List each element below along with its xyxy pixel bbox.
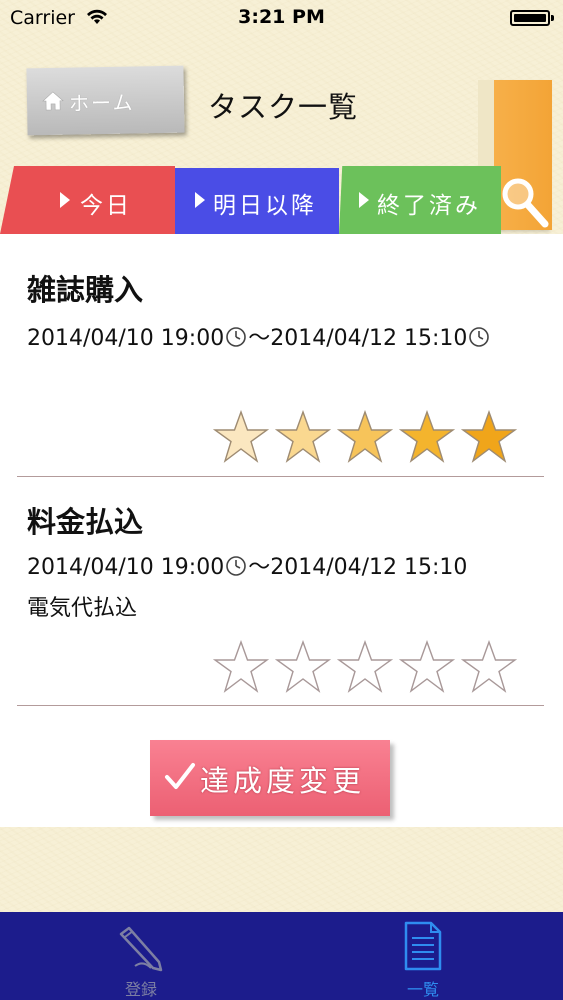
rating-stars[interactable]	[213, 640, 523, 696]
clock-icon	[226, 556, 247, 576]
rating-stars[interactable]	[213, 410, 523, 466]
home-button-label: ホーム	[68, 90, 135, 116]
date-separator: ～	[248, 555, 271, 580]
status-bar: Carrier 3:21 PM	[0, 0, 563, 36]
task-memo: 電気代払込	[27, 596, 138, 621]
star-icon[interactable]	[213, 640, 269, 694]
tab-list[interactable]: 一覧	[353, 912, 493, 1000]
play-arrow-icon	[60, 192, 70, 208]
document-icon	[404, 921, 442, 971]
tab-today-label: 今日	[80, 193, 132, 219]
task-list[interactable]: 雑誌購入 2014/04/10 19:00 ～2014/04/12 15:10 料…	[0, 234, 563, 827]
clock-icon	[469, 327, 490, 347]
row-divider	[17, 705, 544, 706]
tab-register[interactable]: 登録	[71, 912, 211, 1000]
task-date-range: 2014/04/10 19:00 ～2014/04/12 15:10	[27, 549, 467, 581]
task-end: 2014/04/12 15:10	[270, 326, 468, 351]
star-icon[interactable]	[461, 640, 517, 694]
star-icon[interactable]	[337, 640, 393, 694]
page-title: タスク一覧	[208, 90, 359, 124]
tab-completed[interactable]: 終了済み	[339, 166, 501, 234]
battery-tip	[551, 15, 554, 21]
tab-register-label: 登録	[124, 980, 157, 999]
tab-list-label: 一覧	[406, 980, 439, 999]
task-row[interactable]: 雑誌購入 2014/04/10 19:00 ～2014/04/12 15:10	[0, 234, 563, 476]
tab-bar: 登録 一覧	[0, 912, 563, 1000]
star-icon[interactable]	[275, 410, 331, 464]
star-icon[interactable]	[399, 410, 455, 464]
tab-completed-label: 終了済み	[377, 193, 481, 219]
tab-today[interactable]: 今日	[0, 166, 175, 234]
task-end: 2014/04/12 15:10	[270, 555, 468, 580]
play-arrow-icon	[195, 192, 205, 208]
play-arrow-icon	[359, 192, 369, 208]
change-achievement-label: 達成度変更	[200, 764, 366, 798]
task-title: 料金払込	[27, 505, 144, 539]
star-icon[interactable]	[461, 410, 517, 464]
battery-icon	[510, 10, 550, 26]
change-achievement-button[interactable]: 達成度変更	[150, 740, 390, 816]
task-date-range: 2014/04/10 19:00 ～2014/04/12 15:10	[27, 320, 491, 352]
search-icon[interactable]	[498, 172, 552, 232]
task-start: 2014/04/10 19:00	[27, 326, 225, 351]
date-separator: ～	[248, 326, 271, 351]
task-title: 雑誌購入	[27, 273, 144, 307]
task-row[interactable]: 料金払込 2014/04/10 19:00 ～2014/04/12 15:10 電…	[0, 477, 563, 705]
pen-icon	[119, 926, 163, 972]
home-button[interactable]: ホーム	[26, 65, 185, 136]
clock-icon	[226, 327, 247, 347]
check-icon	[165, 763, 195, 789]
star-icon[interactable]	[275, 640, 331, 694]
star-icon[interactable]	[399, 640, 455, 694]
home-icon	[42, 91, 64, 111]
tab-tomorrow-onward[interactable]: 明日以降	[175, 168, 339, 234]
task-start: 2014/04/10 19:00	[27, 555, 225, 580]
star-icon[interactable]	[213, 410, 269, 464]
tab-tomorrow-label: 明日以降	[213, 193, 317, 219]
star-icon[interactable]	[337, 410, 393, 464]
clock-time: 3:21 PM	[238, 6, 325, 28]
